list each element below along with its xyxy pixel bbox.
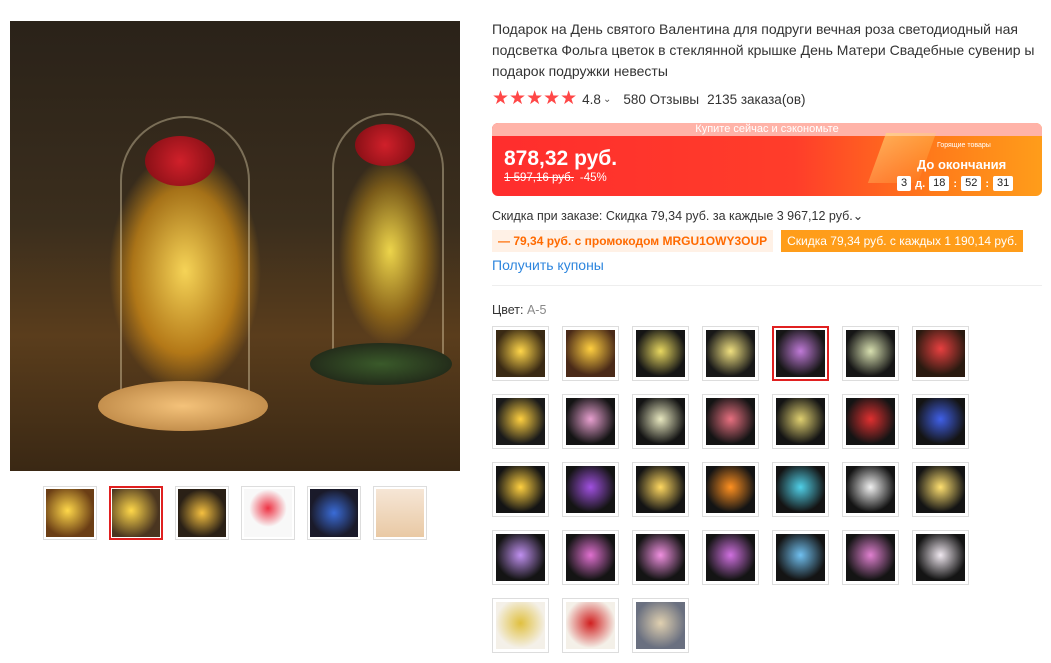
discount-tags: — 79,34 руб. с промокодом MRGU1OWY3OUP С… — [492, 230, 1024, 252]
timer-separator: : — [985, 177, 990, 190]
color-swatch[interactable] — [912, 326, 969, 381]
old-price: 1 597,16 руб. — [504, 172, 574, 184]
gallery-thumb-4[interactable] — [241, 486, 295, 540]
color-swatch-selected[interactable] — [772, 326, 829, 381]
rose-front — [145, 136, 215, 186]
main-product-image[interactable] — [10, 21, 460, 471]
promo-code-tag[interactable]: — 79,34 руб. с промокодом MRGU1OWY3OUP — [492, 230, 774, 252]
countdown-timer: 3 д. 18 : 52 : 31 — [897, 176, 1014, 191]
color-swatch[interactable] — [632, 598, 689, 653]
gallery-thumb-3[interactable] — [175, 486, 229, 540]
color-swatch[interactable] — [772, 530, 829, 585]
color-swatch[interactable] — [702, 326, 759, 381]
color-swatch[interactable] — [492, 530, 549, 585]
color-swatch[interactable] — [772, 462, 829, 517]
color-swatch[interactable] — [772, 394, 829, 449]
gallery-thumb-1[interactable] — [43, 486, 97, 540]
color-label: Цвет: A-5 — [492, 303, 546, 317]
color-swatch[interactable] — [562, 326, 619, 381]
rating-row: ★★★★★ 4.8 ⌄ 580 Отзывы 2135 заказа(ов) — [492, 88, 806, 109]
price-banner: Купите сейчас и сэкономьте 878,32 руб. 1… — [492, 123, 1042, 196]
color-swatch[interactable] — [562, 394, 619, 449]
rating-stars: ★★★★★ — [492, 88, 578, 109]
color-swatch[interactable] — [842, 326, 899, 381]
order-discount-line[interactable]: Скидка при заказе: Скидка 79,34 руб. за … — [492, 208, 863, 223]
timer-days-unit: д. — [915, 177, 926, 190]
timer-hours: 18 — [929, 176, 950, 191]
product-title: Подарок на День святого Валентина для по… — [492, 21, 1035, 79]
color-swatch[interactable] — [632, 394, 689, 449]
divider — [492, 285, 1042, 286]
current-price: 878,32 руб. — [504, 147, 618, 170]
color-swatch[interactable] — [632, 326, 689, 381]
get-coupons-link[interactable]: Получить купоны — [492, 257, 604, 273]
color-swatch[interactable] — [912, 394, 969, 449]
color-swatch[interactable] — [492, 394, 549, 449]
color-swatch[interactable] — [842, 530, 899, 585]
reviews-link[interactable]: 580 Отзывы — [623, 92, 699, 107]
color-swatch[interactable] — [702, 394, 759, 449]
wood-base-back — [310, 343, 452, 385]
color-swatch[interactable] — [912, 530, 969, 585]
color-swatch[interactable] — [912, 462, 969, 517]
timer-minutes: 52 — [961, 176, 982, 191]
rose-back — [355, 124, 415, 166]
color-swatch[interactable] — [702, 462, 759, 517]
color-label-text: Цвет: — [492, 303, 524, 317]
timer-separator: : — [953, 177, 958, 190]
color-swatch[interactable] — [492, 326, 549, 381]
gallery-thumb-6[interactable] — [373, 486, 427, 540]
color-swatch[interactable] — [492, 462, 549, 517]
rating-score[interactable]: 4.8 — [582, 92, 601, 107]
timer-days: 3 — [897, 176, 912, 191]
orders-count: 2135 заказа(ов) — [707, 91, 806, 107]
old-price-row: 1 597,16 руб. -45% — [504, 172, 607, 184]
color-swatch[interactable] — [492, 598, 549, 653]
color-swatch[interactable] — [562, 462, 619, 517]
color-selected-value: A-5 — [526, 303, 547, 317]
color-swatch[interactable] — [842, 394, 899, 449]
hot-deals-label: Горящие товары — [937, 142, 991, 149]
gallery-thumb-2[interactable] — [109, 486, 163, 540]
gallery-thumb-5[interactable] — [307, 486, 361, 540]
color-swatch[interactable] — [842, 462, 899, 517]
ends-label: До окончания — [917, 157, 1007, 172]
color-swatch[interactable] — [562, 530, 619, 585]
gallery-thumbnails — [43, 486, 427, 540]
color-swatch[interactable] — [632, 530, 689, 585]
color-swatch[interactable] — [702, 530, 759, 585]
chevron-down-icon[interactable]: ⌄ — [603, 94, 611, 105]
color-swatch[interactable] — [562, 598, 619, 653]
discount-percent: -45% — [579, 172, 607, 184]
timer-seconds: 31 — [993, 176, 1014, 191]
store-discount-tag[interactable]: Скидка 79,34 руб. с каждых 1 190,14 руб. — [781, 230, 1024, 252]
wood-base-front — [98, 381, 268, 431]
color-swatch[interactable] — [632, 462, 689, 517]
banner-top-text: Купите сейчас и сэкономьте — [492, 123, 1042, 136]
